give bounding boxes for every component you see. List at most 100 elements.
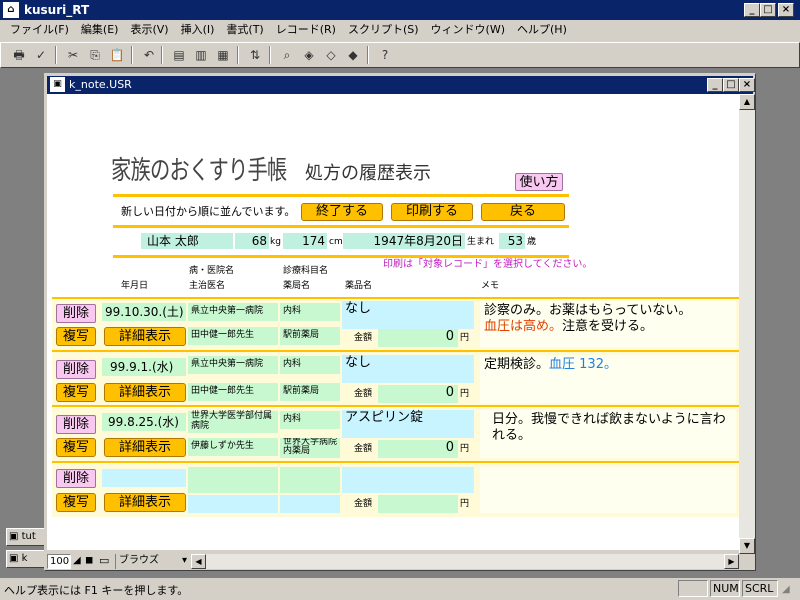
spellcheck-icon[interactable]: ✓: [31, 45, 51, 65]
scroll-up-icon[interactable]: ▲: [739, 94, 755, 110]
menu-record[interactable]: レコード(R): [270, 20, 342, 40]
delete-button[interactable]: 削除: [56, 415, 96, 434]
record-dept[interactable]: 内科: [280, 303, 340, 321]
menu-window[interactable]: ウィンドウ(W): [425, 20, 511, 40]
detail-button[interactable]: 詳細表示: [104, 383, 186, 402]
record-pharmacy[interactable]: 駅前薬局: [280, 383, 340, 401]
menu-script[interactable]: スクリプト(S): [342, 20, 425, 40]
find-all-icon[interactable]: ◈: [299, 45, 319, 65]
delete-button[interactable]: 削除: [56, 360, 96, 379]
maximize-button[interactable]: □: [760, 3, 776, 17]
record-amount[interactable]: 0: [378, 440, 458, 458]
record-doctor[interactable]: [188, 495, 278, 513]
record-date[interactable]: 99.9.1.(水): [102, 358, 186, 376]
status-help-text: ヘルプ表示には F1 キーを押します。: [4, 584, 189, 597]
sort-icon[interactable]: ⇅: [245, 45, 265, 65]
find-icon[interactable]: ⌕: [277, 45, 297, 65]
copy-button[interactable]: 複写: [56, 493, 96, 512]
record-drug[interactable]: アスピリン錠: [342, 410, 474, 438]
record-hospital[interactable]: 県立中央第一病院: [188, 303, 278, 321]
scroll-right-icon[interactable]: ▶: [724, 554, 739, 569]
patient-weight[interactable]: 68: [235, 233, 269, 249]
record-doctor[interactable]: 伊藤しずか先生: [188, 438, 278, 456]
delete-button[interactable]: 削除: [56, 304, 96, 323]
close-button[interactable]: ×: [778, 3, 794, 17]
doc-maximize-button[interactable]: □: [723, 78, 739, 92]
duplicate-record-icon[interactable]: ▥: [191, 45, 211, 65]
howto-button[interactable]: 使い方: [515, 173, 563, 191]
record-date[interactable]: 99.8.25.(水): [102, 413, 186, 431]
print-button[interactable]: 印刷する: [391, 203, 473, 221]
minimize-button[interactable]: _: [744, 3, 760, 17]
doc-minimize-button[interactable]: _: [707, 78, 723, 92]
zoom-out-icon[interactable]: ◢: [73, 555, 81, 566]
record-drug[interactable]: なし: [342, 301, 474, 329]
record-doctor[interactable]: 田中健一郎先生: [188, 383, 278, 401]
print-icon[interactable]: 🖶: [9, 45, 29, 65]
delete-button[interactable]: 削除: [56, 469, 96, 488]
minimized-window-2[interactable]: ▣ k: [6, 550, 46, 568]
patient-height[interactable]: 174: [283, 233, 327, 249]
status-area-icon[interactable]: ▭: [99, 554, 109, 567]
menu-insert[interactable]: 挿入(I): [175, 20, 221, 40]
record-pharmacy[interactable]: 世界大学病院内薬局: [280, 438, 340, 458]
paste-icon[interactable]: 📋: [107, 45, 127, 65]
copy-button[interactable]: 複写: [56, 438, 96, 457]
weight-unit: kg: [270, 237, 281, 247]
zoom-level[interactable]: 100: [47, 554, 71, 569]
copy-icon[interactable]: ⎘: [85, 45, 105, 65]
record-pharmacy[interactable]: [280, 495, 340, 513]
horizontal-scrollbar[interactable]: ◀ ▶: [191, 554, 739, 569]
menu-format[interactable]: 書式(T): [220, 20, 269, 40]
record-hospital[interactable]: [188, 467, 278, 493]
copy-button[interactable]: 複写: [56, 327, 96, 346]
scroll-down-icon[interactable]: ▼: [739, 538, 755, 554]
record-amount[interactable]: [378, 495, 458, 513]
record-hospital[interactable]: 県立中央第一病院: [188, 356, 278, 374]
menu-file[interactable]: ファイル(F): [4, 20, 75, 40]
record-drug[interactable]: なし: [342, 355, 474, 383]
delete-record-icon[interactable]: ▦: [213, 45, 233, 65]
zoom-in-icon[interactable]: ◼: [85, 555, 93, 566]
vertical-scrollbar[interactable]: ▲ ▼: [739, 94, 755, 554]
help-icon[interactable]: ?: [375, 45, 395, 65]
record-dept[interactable]: 内科: [280, 411, 340, 429]
cut-icon[interactable]: ✂: [63, 45, 83, 65]
back-button[interactable]: 戻る: [481, 203, 565, 221]
record-memo[interactable]: 定期検診。血圧 132。: [480, 355, 736, 403]
record-memo[interactable]: 日分。我慢できれば飲まないように言われる。: [480, 410, 736, 458]
end-button[interactable]: 終了する: [301, 203, 383, 221]
menu-help[interactable]: ヘルプ(H): [511, 20, 573, 40]
menu-view[interactable]: 表示(V): [124, 20, 174, 40]
amount-label: 金額: [354, 333, 373, 343]
scroll-left-icon[interactable]: ◀: [191, 554, 206, 569]
detail-button[interactable]: 詳細表示: [104, 493, 186, 512]
menu-edit[interactable]: 編集(E): [75, 20, 125, 40]
record-doctor[interactable]: 田中健一郎先生: [188, 327, 278, 345]
detail-button[interactable]: 詳細表示: [104, 438, 186, 457]
record-date[interactable]: 99.10.30.(土): [102, 303, 186, 321]
show-omitted-icon[interactable]: ◆: [343, 45, 363, 65]
resize-grip-icon[interactable]: ◢: [782, 584, 790, 595]
record-pharmacy[interactable]: 駅前薬局: [280, 327, 340, 345]
record-amount[interactable]: 0: [378, 385, 458, 403]
new-record-icon[interactable]: ▤: [169, 45, 189, 65]
record-drug[interactable]: [342, 467, 474, 493]
record-date[interactable]: [102, 469, 186, 487]
record-amount[interactable]: 0: [378, 329, 458, 347]
mode-select[interactable]: ブラウズ ▾: [115, 554, 189, 569]
patient-age[interactable]: 53: [499, 233, 525, 249]
patient-name[interactable]: 山本 太郎: [141, 233, 233, 249]
doc-close-button[interactable]: ×: [739, 78, 755, 92]
record-dept[interactable]: 内科: [280, 356, 340, 374]
minimized-window-1[interactable]: ▣ tut: [6, 528, 46, 546]
record-dept[interactable]: [280, 467, 340, 493]
record-memo[interactable]: [480, 467, 736, 513]
copy-button[interactable]: 複写: [56, 383, 96, 402]
omit-icon[interactable]: ◇: [321, 45, 341, 65]
record-memo[interactable]: 診察のみ。お薬はもらっていない。 血圧は高め。注意を受ける。: [480, 301, 736, 347]
detail-button[interactable]: 詳細表示: [104, 327, 186, 346]
patient-birth[interactable]: 1947年8月20日: [343, 233, 465, 249]
undo-icon[interactable]: ↶: [139, 45, 159, 65]
record-hospital[interactable]: 世界大学医学部付属病院: [188, 411, 278, 433]
